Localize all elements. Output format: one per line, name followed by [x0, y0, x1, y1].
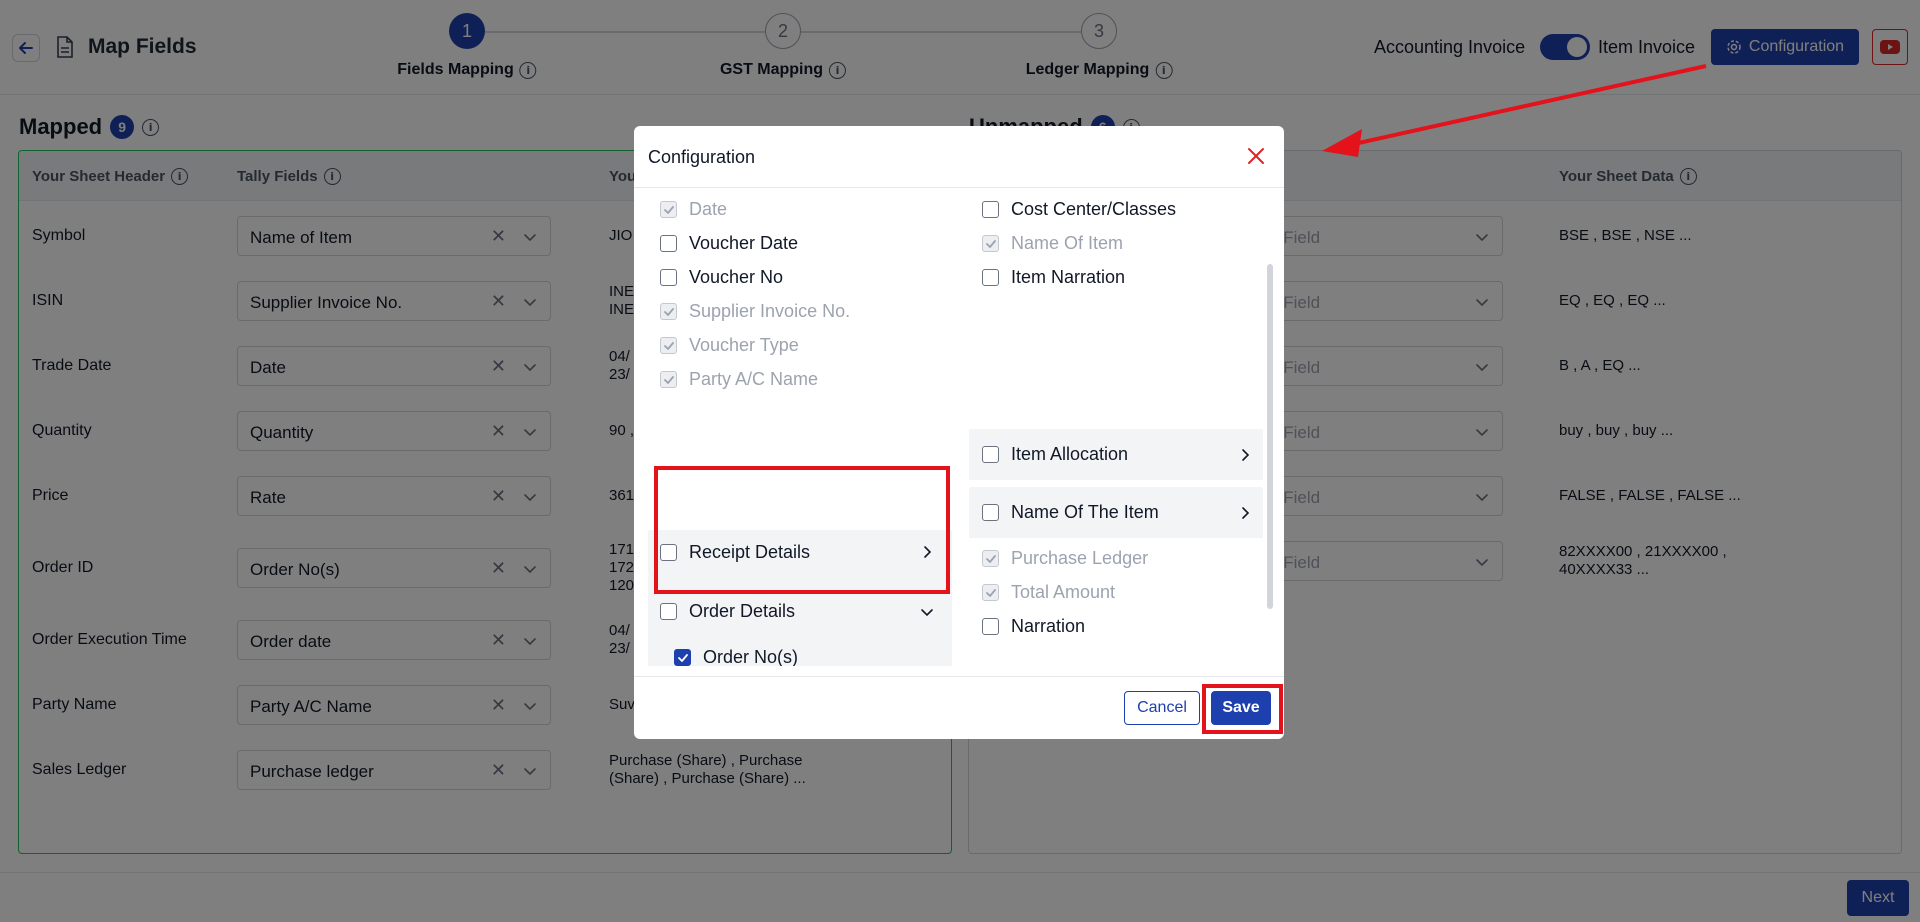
checkbox[interactable] [982, 235, 999, 252]
option-label: Order No(s) [703, 647, 799, 666]
modal-close-button[interactable] [1242, 142, 1270, 170]
checkbox[interactable] [660, 201, 677, 218]
configuration-modal: Configuration Date Voucher Date Voucher No… [634, 126, 1284, 739]
save-button[interactable]: Save [1211, 691, 1271, 725]
chevron-down-icon[interactable] [920, 605, 934, 619]
chevron-right-icon[interactable] [1238, 448, 1252, 462]
checkbox[interactable] [982, 504, 999, 521]
checkbox[interactable] [982, 618, 999, 635]
chevron-right-icon[interactable] [1238, 506, 1252, 520]
option-label: Voucher No [689, 267, 784, 287]
config-option[interactable]: Receipt Details [660, 542, 810, 563]
option-label: Party A/C Name [689, 369, 819, 389]
checkbox[interactable] [982, 584, 999, 601]
checkbox[interactable] [982, 446, 999, 463]
config-option[interactable]: Narration [982, 616, 1085, 637]
option-label: Date [689, 199, 728, 219]
config-option[interactable]: Cost Center/Classes [982, 199, 1176, 220]
modal-title: Configuration [648, 147, 756, 167]
checkbox[interactable] [982, 550, 999, 567]
config-option[interactable]: Item Narration [982, 267, 1125, 288]
config-option[interactable]: Total Amount [982, 582, 1115, 603]
checkbox[interactable] [660, 269, 677, 286]
cancel-button[interactable]: Cancel [1124, 691, 1200, 725]
option-label: Item Narration [1011, 267, 1126, 287]
config-option[interactable]: Voucher Type [660, 335, 799, 356]
config-option[interactable]: Supplier Invoice No. [660, 301, 850, 322]
config-option[interactable]: Voucher Date [660, 233, 798, 254]
option-label: Supplier Invoice No. [689, 301, 851, 321]
option-label: Total Amount [1011, 582, 1116, 602]
checkbox[interactable] [660, 235, 677, 252]
option-label: Narration [1011, 616, 1086, 636]
modal-header: Configuration [634, 126, 1284, 188]
checkbox[interactable] [660, 544, 677, 561]
checkbox[interactable] [660, 337, 677, 354]
option-label: Order Details [689, 601, 796, 621]
config-option[interactable]: Voucher No [660, 267, 783, 288]
config-option[interactable]: Name Of The Item [982, 502, 1159, 523]
config-option[interactable]: Item Allocation [982, 444, 1128, 465]
config-option[interactable]: Order No(s) [674, 647, 798, 666]
checkbox[interactable] [660, 303, 677, 320]
modal-footer: Cancel Save [634, 676, 1284, 739]
config-option[interactable]: Order Details [660, 601, 795, 622]
option-label: Purchase Ledger [1011, 548, 1149, 568]
checkbox[interactable] [660, 603, 677, 620]
config-option[interactable]: Name Of Item [982, 233, 1123, 254]
option-label: Name Of The Item [1011, 502, 1159, 522]
checkbox[interactable] [982, 269, 999, 286]
option-label: Item Allocation [1011, 444, 1129, 464]
checkbox[interactable] [982, 201, 999, 218]
config-option[interactable]: Party A/C Name [660, 369, 818, 390]
option-label: Voucher Type [689, 335, 799, 355]
checkbox[interactable] [660, 371, 677, 388]
modal-body: Date Voucher Date Voucher No Supplier Invoi… [634, 189, 1284, 666]
option-label: Voucher Date [689, 233, 799, 253]
chevron-right-icon[interactable] [920, 545, 934, 559]
close-icon [1248, 148, 1264, 164]
option-label: Cost Center/Classes [1011, 199, 1177, 219]
config-option[interactable]: Purchase Ledger [982, 548, 1148, 569]
config-option[interactable]: Date [660, 199, 727, 220]
option-label: Name Of Item [1011, 233, 1124, 253]
modal-scrollbar[interactable] [1267, 264, 1273, 609]
checkbox[interactable] [674, 649, 691, 666]
option-label: Receipt Details [689, 542, 811, 562]
